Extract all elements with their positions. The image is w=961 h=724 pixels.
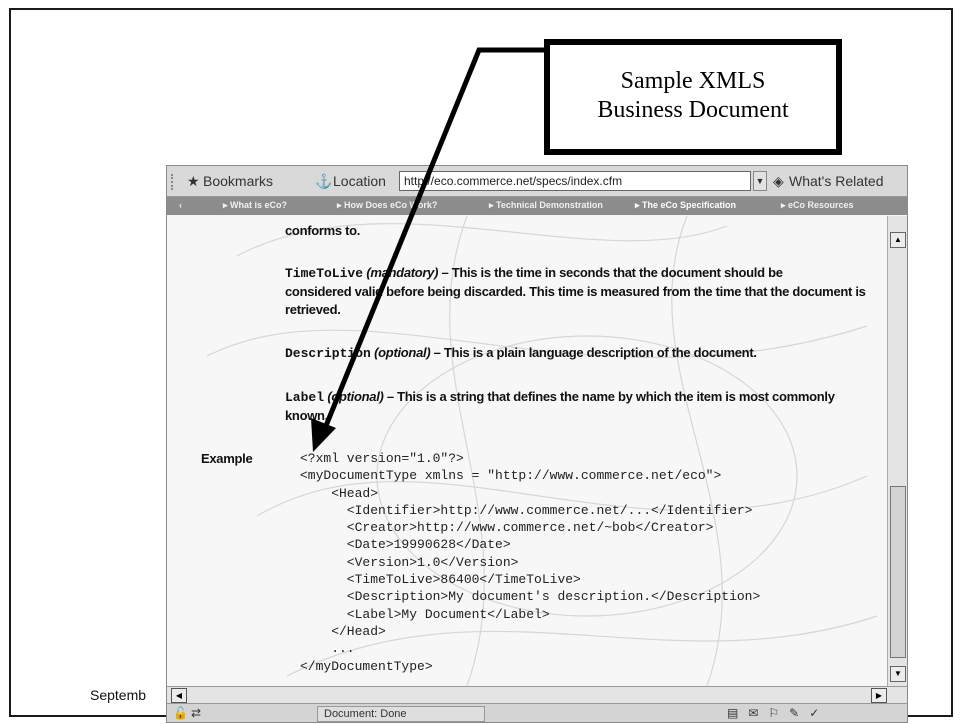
callout-line1: Sample XMLS [620,68,766,94]
callout-line2: Business Document [597,97,789,123]
callout-box: Sample XMLS Business Document [544,39,842,155]
footer-date-text: Septemb [90,687,147,703]
